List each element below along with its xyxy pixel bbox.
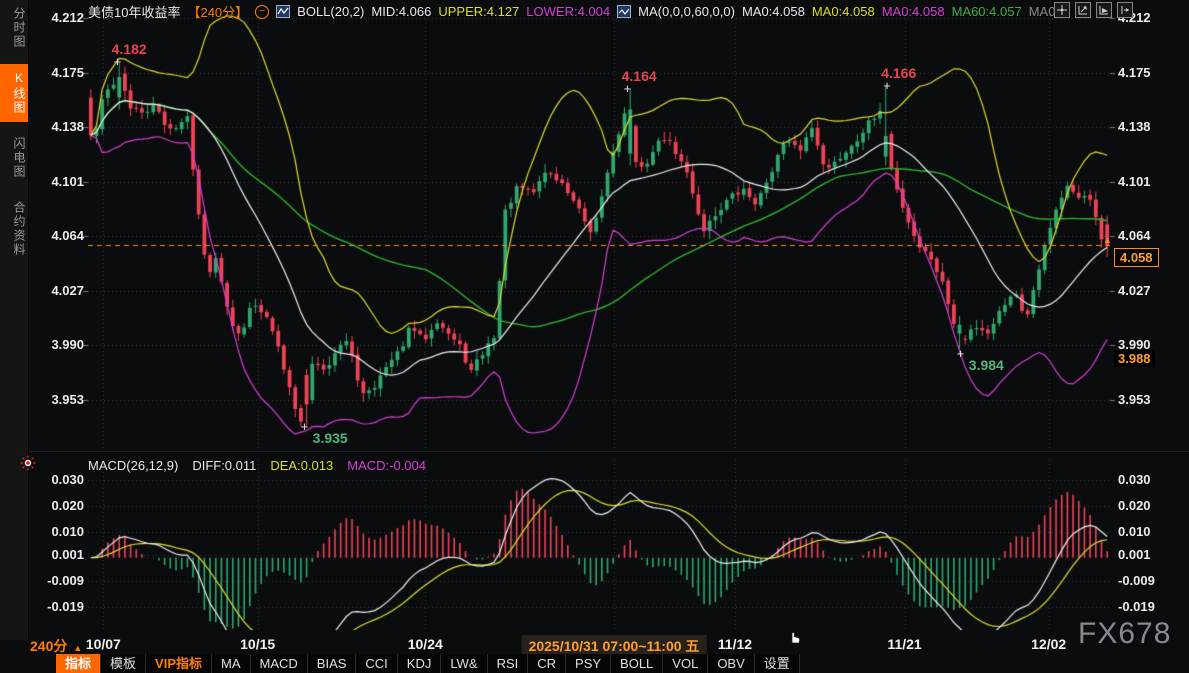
- ma0-white-value: MA0:4.058: [742, 4, 805, 19]
- toolbar-item-cr[interactable]: CR: [528, 654, 566, 673]
- macd-header: MACD(26,12,9) DIFF:0.011 DEA:0.013 MACD:…: [88, 458, 426, 473]
- time-axis-tick: 12/02: [1031, 636, 1066, 652]
- indicator-toolbar: 指标模板VIP指标MAMACDBIASCCIKDJLW&RSICRPSYBOLL…: [56, 654, 800, 673]
- sidebar-item-contract-info[interactable]: 合约资料: [0, 194, 28, 264]
- trading-chart-app: 分时图 K线图 闪电图 合约资料 美债10年收益率 【240分】 − BOLL(…: [0, 0, 1189, 673]
- boll-lower-value: LOWER:4.004: [526, 4, 610, 19]
- sidebar-item-kline-chart[interactable]: K线图: [0, 64, 28, 122]
- toolbar-item-templates[interactable]: 模板: [101, 654, 146, 673]
- toolbar-item-obv[interactable]: OBV: [708, 654, 754, 673]
- time-axis-tick: 10/24: [408, 636, 443, 652]
- sidebar-item-time-chart[interactable]: 分时图: [0, 0, 28, 56]
- boll-label: BOLL(20,2): [297, 4, 364, 19]
- toolbar-item-psy[interactable]: PSY: [566, 654, 611, 673]
- instrument-title: 美债10年收益率: [88, 2, 180, 21]
- ma-label: MA(0,0,0,60,0,0): [638, 4, 735, 19]
- ma0-magenta-value: MA0:4.058: [882, 4, 945, 19]
- toolbar-item-macd[interactable]: MACD: [251, 654, 308, 673]
- alert-flash-icon[interactable]: [20, 455, 36, 476]
- toolbar-item-indicators[interactable]: 指标: [56, 654, 101, 673]
- toolbar-item-vol[interactable]: VOL: [663, 654, 708, 673]
- boll-upper-value: UPPER:4.127: [438, 4, 519, 19]
- toolbar-item-settings[interactable]: 设置: [755, 654, 800, 673]
- time-axis-tick: 10/07: [86, 636, 121, 652]
- toolbar-item-cci[interactable]: CCI: [356, 654, 397, 673]
- chart-header: 美债10年收益率 【240分】 − BOLL(20,2) MID:4.066 U…: [88, 3, 1059, 20]
- toolbar-item-lwr[interactable]: LW&: [441, 654, 487, 673]
- macd-diff-value: DIFF:0.011: [192, 458, 256, 473]
- toolbar-item-vip-indicators[interactable]: VIP指标: [146, 654, 212, 673]
- crosshair-icon[interactable]: [1054, 2, 1070, 18]
- cursor-hand-icon: [786, 627, 802, 650]
- boll-indicator-icon[interactable]: [276, 5, 290, 18]
- toolbar-item-boll[interactable]: BOLL: [611, 654, 663, 673]
- sidebar-item-flash-chart[interactable]: 闪电图: [0, 130, 28, 186]
- toolbar-item-bias[interactable]: BIAS: [308, 654, 357, 673]
- boll-mid-value: MID:4.066: [371, 4, 431, 19]
- ma-indicator-icon[interactable]: [617, 5, 631, 18]
- collapse-indicator-icon[interactable]: −: [255, 5, 269, 19]
- macd-pane-canvas[interactable]: [0, 452, 1189, 634]
- time-axis-tick: 10/15: [240, 636, 275, 652]
- period-tag: 【240分】: [187, 2, 248, 21]
- toolbar-item-kdj[interactable]: KDJ: [398, 654, 442, 673]
- time-axis-tick: 11/12: [718, 636, 752, 652]
- period-selector-button[interactable]: 240分▲: [30, 636, 82, 656]
- pan-right-icon[interactable]: [1117, 2, 1133, 18]
- macd-label: MACD(26,12,9): [88, 458, 178, 473]
- price-pane-canvas[interactable]: [0, 0, 1189, 452]
- left-sidebar: 分时图 K线图 闪电图 合约资料: [0, 0, 29, 640]
- time-axis-tick: 11/21: [887, 636, 921, 652]
- chart-tool-icons: [1054, 2, 1133, 18]
- ma0-yellow-value: MA0:4.058: [812, 4, 875, 19]
- macd-hist-value: MACD:-0.004: [347, 458, 426, 473]
- pane-divider[interactable]: [0, 451, 1189, 452]
- fit-scale-icon[interactable]: [1075, 2, 1091, 18]
- period-dropdown-arrow-icon: ▲: [73, 643, 82, 653]
- toolbar-item-rsi[interactable]: RSI: [488, 654, 529, 673]
- ma60-value: MA60:4.057: [952, 4, 1022, 19]
- zoom-scale-icon[interactable]: [1096, 2, 1112, 18]
- time-axis: 240分▲ 2025/10/31 07:00~11:00 五 10/0710/1…: [0, 634, 1189, 654]
- macd-dea-value: DEA:0.013: [270, 458, 333, 473]
- toolbar-item-ma[interactable]: MA: [212, 654, 251, 673]
